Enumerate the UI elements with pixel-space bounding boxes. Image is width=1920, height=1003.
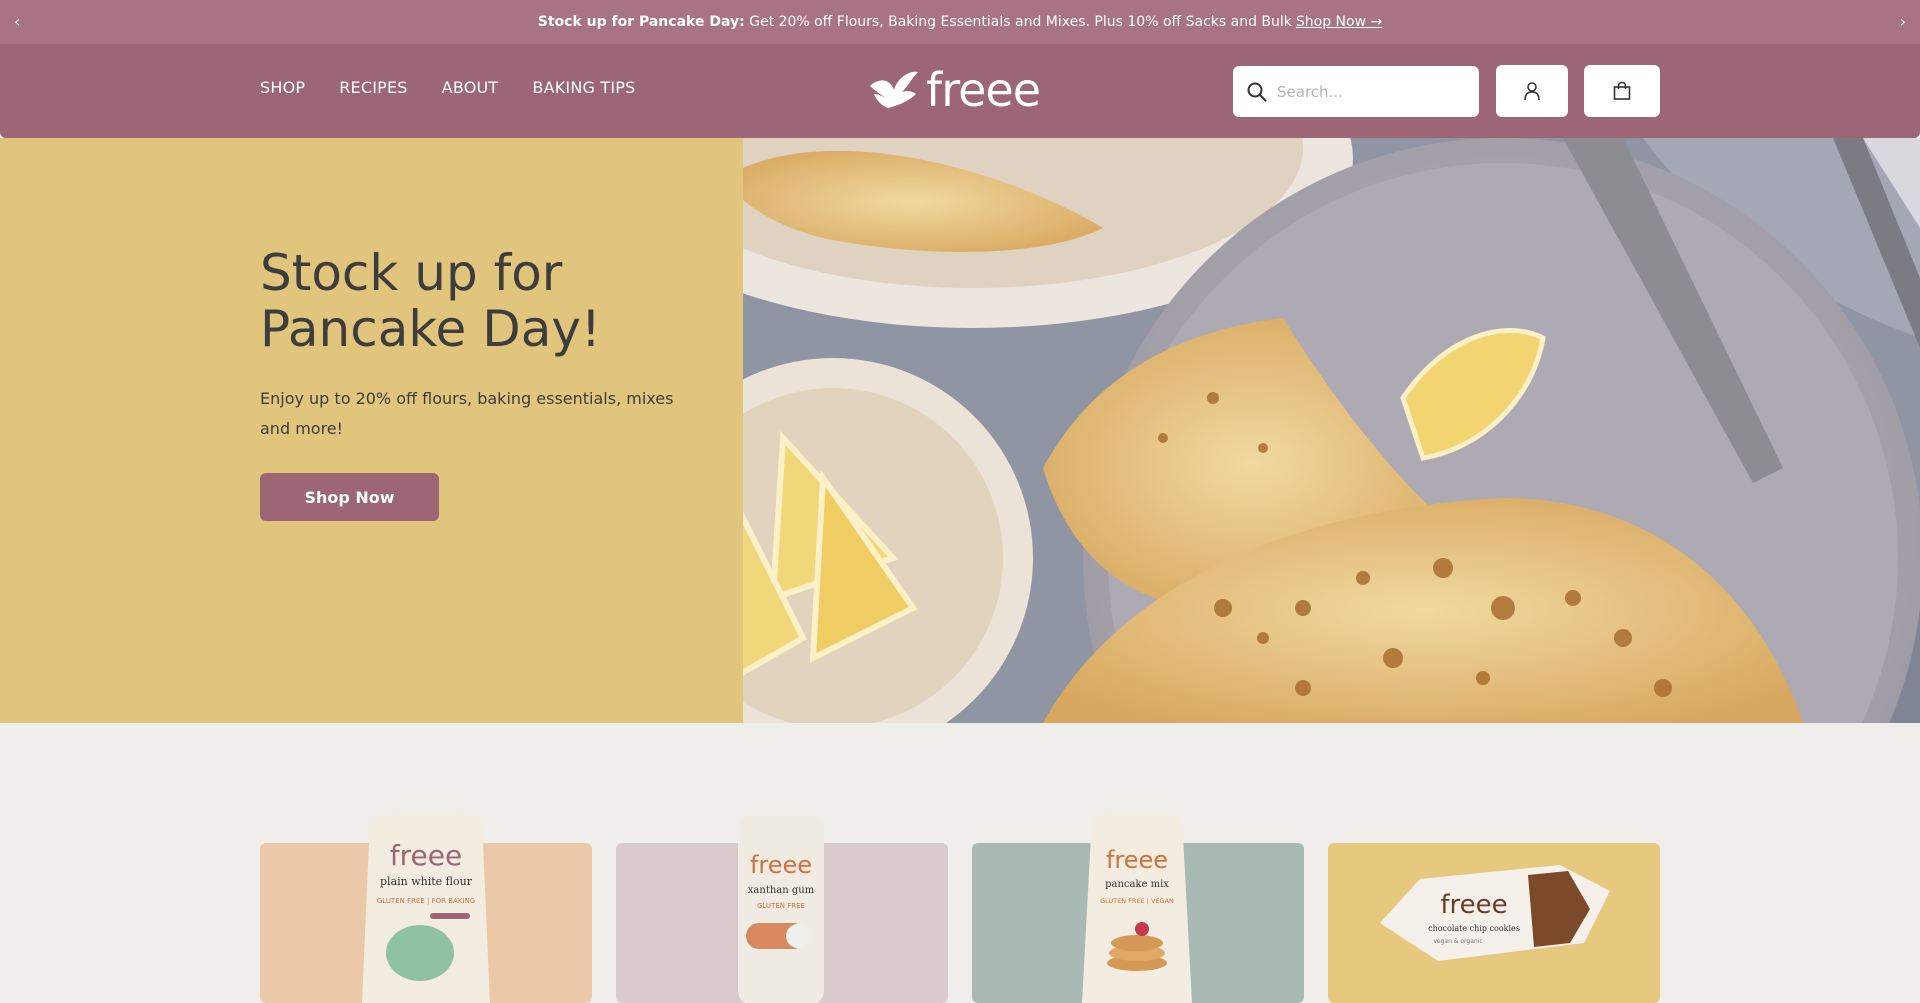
cookies-pack-name-text: chocolate chip cookies <box>1428 924 1520 933</box>
search-input[interactable] <box>1277 82 1467 101</box>
bird-logo-icon <box>870 71 918 108</box>
main-nav: SHOP RECIPES ABOUT BAKING TIPS <box>260 78 635 97</box>
product-card-xanthan-gum[interactable]: freee xanthan gum GLUTEN FREE <box>616 815 948 1003</box>
shopping-bag-icon <box>1613 81 1631 100</box>
nav-item-about[interactable]: ABOUT <box>442 78 499 97</box>
search-box[interactable] <box>1233 66 1479 117</box>
user-icon <box>1524 82 1540 101</box>
search-icon <box>1247 82 1267 101</box>
xanthan-tub-brand-text: freee <box>750 851 812 879</box>
pancake-mix-product-image: freee pancake mix GLUTEN FREE | VEGAN <box>972 812 1304 1003</box>
hero-subtitle: Enjoy up to 20% off flours, baking essen… <box>260 389 674 438</box>
announcement-body-text: Get 20% off Flours, Baking Essentials an… <box>744 14 1292 30</box>
flour-bag-brand-text: freee <box>390 839 462 872</box>
product-card-chocolate-chip-cookies[interactable]: freee chocolate chip cookies vegan & org… <box>1328 843 1660 1003</box>
announcement-shop-now-link[interactable]: Shop Now → <box>1296 14 1382 30</box>
product-card-plain-white-flour[interactable]: freee plain white flour GLUTEN FREE | FO… <box>260 813 592 1003</box>
pancake-bag-name-text: pancake mix <box>1105 879 1169 890</box>
cookies-pack-brand-text: freee <box>1440 890 1507 920</box>
cart-button[interactable] <box>1584 65 1660 117</box>
announcement-prev-arrow-icon[interactable]: ‹ <box>14 12 20 31</box>
announcement-bar: ‹ Stock up for Pancake Day: Get 20% off … <box>0 0 1920 44</box>
hero-title: Stock up for Pancake Day! <box>260 244 601 358</box>
product-card-pancake-mix[interactable]: freee pancake mix GLUTEN FREE | VEGAN <box>972 812 1304 1003</box>
cookies-pack-tag-text: vegan & organic <box>1433 938 1482 945</box>
announcement-text: Stock up for Pancake Day: Get 20% off Fl… <box>538 14 1382 30</box>
hero-pancake-image <box>743 138 1920 723</box>
flour-bag-name-text: plain white flour <box>380 875 473 888</box>
nav-item-shop[interactable]: SHOP <box>260 78 305 97</box>
pancake-plate-illustration <box>743 138 1920 723</box>
flour-bag-tag-text: GLUTEN FREE | FOR BAKING <box>377 897 475 905</box>
plain-white-flour-product-image: freee plain white flour GLUTEN FREE | FO… <box>260 813 592 1003</box>
site-header: SHOP RECIPES ABOUT BAKING TIPS freee <box>0 44 1920 138</box>
site-logo[interactable]: freee <box>868 63 1041 117</box>
chocolate-chip-cookies-product-image: freee chocolate chip cookies vegan & org… <box>1328 843 1660 1003</box>
nav-item-recipes[interactable]: RECIPES <box>339 78 407 97</box>
xanthan-tub-tag-text: GLUTEN FREE <box>757 902 805 910</box>
hero-shop-now-button[interactable]: Shop Now <box>260 473 439 521</box>
account-button[interactable] <box>1496 65 1568 117</box>
xanthan-tub-name-text: xanthan gum <box>748 885 815 896</box>
nav-item-baking-tips[interactable]: BAKING TIPS <box>532 78 635 97</box>
logo-wordmark: freee <box>926 63 1041 117</box>
announcement-next-arrow-icon[interactable]: › <box>1900 12 1906 31</box>
pancake-bag-tag-text: GLUTEN FREE | VEGAN <box>1100 897 1174 905</box>
pancake-bag-brand-text: freee <box>1106 846 1168 874</box>
xanthan-gum-product-image: freee xanthan gum GLUTEN FREE <box>616 815 948 1003</box>
announcement-bold-text: Stock up for Pancake Day: <box>537 14 745 30</box>
